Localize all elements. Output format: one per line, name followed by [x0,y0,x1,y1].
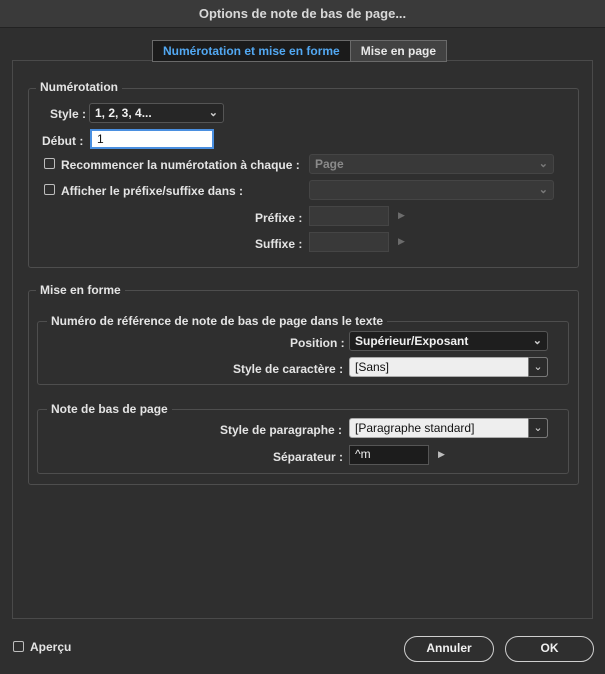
chevron-down-icon: ⌄ [532,335,542,347]
restart-select[interactable]: Page ⌄ [309,154,554,174]
chevron-down-icon: ⌄ [208,107,218,119]
position-select[interactable]: Supérieur/Exposant ⌄ [349,331,548,351]
suffixe-input[interactable] [309,232,389,252]
tab-numerotation[interactable]: Numérotation et mise en forme [152,40,350,62]
numerotation-title: Numérotation [36,80,122,94]
prefix-suffix-select[interactable]: ⌄ [309,180,554,200]
prefixe-label: Préfixe : [255,211,303,225]
note-title: Note de bas de page [47,402,172,416]
apercu-checkbox[interactable] [13,641,24,652]
suffixe-label: Suffixe : [255,237,303,251]
tab-mise-en-page[interactable]: Mise en page [349,40,448,62]
prefixe-input[interactable] [309,206,389,226]
ok-button[interactable]: OK [505,636,594,662]
tab-bar: Numérotation et mise en forme Mise en pa… [152,40,448,62]
prefix-suffix-checkbox[interactable] [44,184,55,195]
prefix-suffix-label: Afficher le préfixe/suffixe dans : [61,184,244,198]
position-label: Position : [290,336,345,350]
style-label: Style : [50,107,87,121]
char-style-select-value: [Sans] [355,360,390,374]
arrow-right-icon[interactable]: ▶ [398,210,405,221]
chevron-down-icon: ⌄ [538,158,548,170]
restart-select-value: Page [315,157,344,171]
cancel-button[interactable]: Annuler [404,636,494,662]
restart-checkbox[interactable] [44,158,55,169]
arrow-right-icon[interactable]: ▶ [398,236,405,247]
chevron-down-icon: ⌄ [528,418,548,438]
position-select-value: Supérieur/Exposant [355,334,469,348]
chevron-down-icon: ⌄ [538,184,548,196]
para-style-label: Style de paragraphe : [220,423,343,437]
style-select[interactable]: 1, 2, 3, 4... ⌄ [89,103,224,123]
para-style-select-value: [Paragraphe standard] [355,421,475,435]
char-style-label: Style de caractère : [233,362,344,376]
para-style-select[interactable]: [Paragraphe standard] ⌄ [349,418,548,438]
restart-label: Recommencer la numérotation à chaque : [61,158,300,172]
window-title: Options de note de bas de page... [198,6,407,21]
separator-label: Séparateur : [273,450,344,464]
window-titlebar: Options de note de bas de page... [0,0,605,28]
style-select-value: 1, 2, 3, 4... [95,106,152,120]
chevron-down-icon: ⌄ [528,357,548,377]
mise-en-forme-title: Mise en forme [36,283,125,297]
reference-title: Numéro de référence de note de bas de pa… [47,314,388,328]
debut-label: Début : [42,134,84,148]
char-style-select[interactable]: [Sans] ⌄ [349,357,548,377]
separator-input[interactable]: ^m [349,445,429,465]
debut-input[interactable]: 1 [90,129,214,149]
apercu-label: Aperçu [30,640,72,654]
arrow-right-icon[interactable]: ▶ [438,449,445,460]
